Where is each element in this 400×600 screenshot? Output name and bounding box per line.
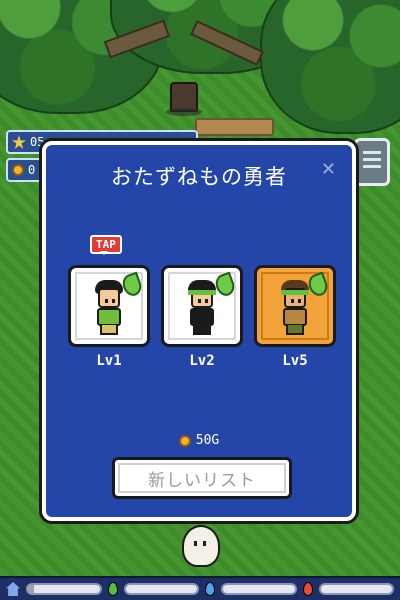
dialog-title: おたずねもの勇者 bbox=[111, 165, 287, 189]
coin-icon bbox=[178, 434, 191, 447]
tap-hint-badge: TAP bbox=[90, 235, 122, 255]
red-drop-icon bbox=[302, 582, 313, 596]
menu-button[interactable] bbox=[354, 138, 390, 186]
home-icon[interactable] bbox=[6, 582, 20, 596]
progress-bar-2 bbox=[123, 583, 199, 595]
progress-bar-1 bbox=[26, 583, 102, 595]
hero-level-1: Lv1 bbox=[96, 353, 122, 369]
refresh-price: 50G bbox=[46, 433, 352, 448]
progress-bar-3 bbox=[221, 583, 297, 595]
new-list-button[interactable]: 新しいリスト bbox=[112, 457, 292, 499]
tree-canopy bbox=[260, 0, 400, 134]
coins-value: 0 bbox=[28, 163, 36, 177]
hero-sprite bbox=[89, 280, 129, 336]
hero-sprite bbox=[275, 280, 315, 336]
price-value: 50G bbox=[195, 433, 220, 448]
hero-sprite bbox=[182, 280, 222, 336]
blue-drop-icon bbox=[205, 582, 215, 596]
bottom-status-bar bbox=[0, 576, 400, 600]
coin-icon bbox=[12, 164, 24, 176]
progress-bar-4 bbox=[318, 583, 394, 595]
green-drop-icon bbox=[107, 582, 118, 596]
hero-level-2: Lv2 bbox=[189, 353, 215, 369]
ghost-character bbox=[182, 525, 220, 567]
hero-level-3: Lv5 bbox=[282, 353, 308, 369]
hero-card-3[interactable] bbox=[254, 265, 336, 347]
close-icon[interactable]: ✕ bbox=[321, 159, 336, 180]
dirt-patch bbox=[195, 118, 274, 136]
star-icon bbox=[12, 135, 26, 149]
hero-card-2[interactable] bbox=[161, 265, 243, 347]
stump-sprite bbox=[166, 82, 202, 116]
wanted-hero-dialog: おたずねもの勇者 ✕ TAP Lv1 Lv2 Lv5 50G 新しいリスト bbox=[42, 141, 356, 521]
hero-card-1[interactable] bbox=[68, 265, 150, 347]
